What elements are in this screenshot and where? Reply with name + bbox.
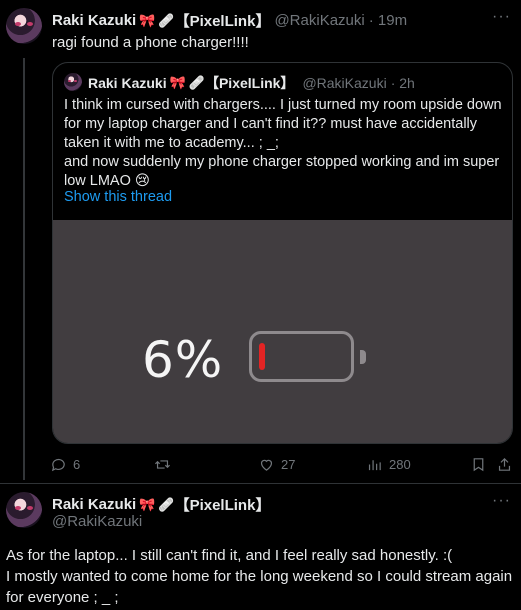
bandage-emoji-icon: 🩹: [158, 12, 175, 28]
next-header: Raki Kazuki 🎀 🩹 【PixelLink】: [52, 494, 270, 515]
views-icon: [368, 460, 381, 471]
views-button[interactable]: 280: [366, 456, 411, 473]
bandage-emoji-icon: 🩹: [158, 496, 175, 512]
bow-emoji-icon: 🎀: [139, 496, 156, 512]
views-count: 280: [389, 457, 411, 472]
show-thread-link[interactable]: Show this thread: [64, 189, 172, 205]
bookmark-button[interactable]: [470, 456, 487, 473]
reply-timestamp[interactable]: · 19m: [369, 12, 407, 29]
like-button[interactable]: 27: [258, 456, 295, 473]
share-button[interactable]: [496, 456, 513, 473]
battery-level-fill: [259, 343, 265, 370]
next-author-name[interactable]: Raki Kazuki: [52, 496, 136, 513]
share-icon: [498, 457, 511, 471]
heart-icon: [260, 459, 273, 471]
bookmark-icon: [473, 458, 484, 472]
quoted-author-name: Raki Kazuki: [88, 75, 167, 91]
reply-header: Raki Kazuki 🎀 🩹 【PixelLink】 @RakiKazuki …: [52, 10, 407, 31]
reply-author-badge[interactable]: 【PixelLink】: [175, 10, 271, 31]
reply-text: ragi found a phone charger!!!!: [52, 34, 249, 51]
battery-percent-label: 6%: [142, 331, 224, 389]
quoted-header: Raki Kazuki 🎀 🩹 【PixelLink】 @RakiKazuki …: [88, 73, 415, 93]
battery-tip: [360, 350, 366, 364]
reply-count: 6: [73, 457, 81, 472]
quoted-text-paragraph-2: and now suddenly my phone charger stoppe…: [64, 154, 500, 189]
quoted-media-image[interactable]: 6%: [53, 220, 512, 443]
bandage-emoji-icon: 🩹: [188, 75, 205, 90]
quoted-author-avatar: [64, 73, 82, 91]
tweet-divider: [0, 483, 521, 484]
reply-more-options-icon[interactable]: ···: [492, 8, 511, 26]
like-count: 27: [281, 457, 296, 472]
quoted-text: I think im cursed with chargers.... I ju…: [64, 96, 504, 191]
quoted-author-badge: 【PixelLink】: [204, 75, 295, 91]
reply-button[interactable]: 6: [50, 456, 80, 473]
retweet-icon: [154, 460, 171, 469]
bow-emoji-icon: 🎀: [139, 12, 156, 28]
quoted-author-handle: @RakiKazuki: [302, 75, 387, 91]
next-more-options-icon[interactable]: ···: [492, 492, 511, 510]
next-author-handle[interactable]: @RakiKazuki: [52, 513, 142, 530]
next-tweet-text: As for the laptop... I still can't find …: [6, 545, 516, 608]
quoted-text-paragraph-1: I think im cursed with chargers.... I ju…: [64, 97, 502, 151]
bow-emoji-icon: 🎀: [169, 75, 186, 90]
reply-icon: [51, 458, 65, 472]
reply-author-handle[interactable]: @RakiKazuki: [274, 12, 364, 29]
quoted-timestamp: · 2h: [390, 75, 415, 91]
battery-icon: [249, 331, 354, 382]
quoted-tweet-card[interactable]: Raki Kazuki 🎀 🩹 【PixelLink】 @RakiKazuki …: [52, 62, 513, 444]
next-tweet-line-1: As for the laptop... I still can't find …: [6, 547, 453, 564]
retweet-button[interactable]: [154, 456, 177, 473]
reply-action-bar: 6 27 280: [50, 456, 520, 474]
thread-connector-line: [23, 58, 25, 480]
next-author-badge[interactable]: 【PixelLink】: [175, 494, 271, 515]
next-tweet-line-2: I mostly wanted to come home for the lon…: [6, 568, 513, 606]
next-author-avatar[interactable]: [6, 492, 42, 528]
reply-author-avatar[interactable]: [6, 8, 42, 44]
reply-author-name[interactable]: Raki Kazuki: [52, 12, 136, 29]
